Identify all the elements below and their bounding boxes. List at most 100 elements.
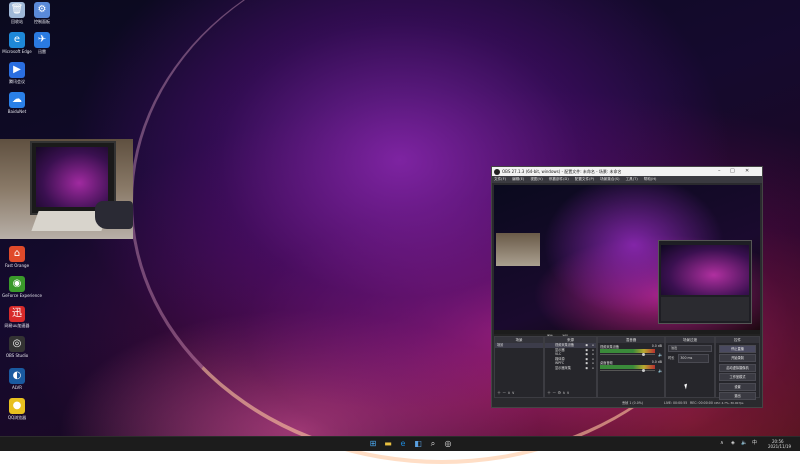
volume-fader[interactable] [600, 354, 655, 355]
network-icon[interactable]: ◈ [731, 441, 735, 446]
channel-db: 0.0 dB [651, 344, 662, 348]
menu-item[interactable]: 文件(F) [494, 177, 506, 181]
desktop-icon-label: ALVR [11, 385, 23, 390]
visibility-icon[interactable]: ◉ [585, 366, 588, 371]
file-explorer-icon[interactable]: ▬ [383, 439, 393, 449]
windows-start-icon[interactable]: ⊞ [368, 439, 378, 449]
desktop-icon[interactable]: ◐ ALVR [2, 368, 32, 390]
source-label: 视频采集设备 [555, 343, 575, 347]
cpu-usage: CPU: 4.7%, 30.00 fps [714, 401, 744, 405]
edge-icon[interactable]: e [398, 439, 408, 449]
duration-input[interactable]: 300 ms [678, 354, 710, 363]
fader-knob[interactable] [642, 369, 645, 372]
minimize-icon[interactable]: – [718, 167, 721, 176]
meeting-icon: ▶ [9, 62, 25, 78]
obs-window-title: OBS 27.1.3 (64-bit, windows) - 配置文件: 未命名… [502, 169, 622, 174]
webcam-hand [95, 201, 133, 229]
tray-overflow-icon[interactable]: ∧ [720, 441, 724, 446]
desktop-icon[interactable]: ✈ 迅雷 [27, 32, 57, 54]
source-item[interactable]: 显示器采集 ◉ ▫ [545, 366, 596, 371]
desktop-icon-label: OBS Studio [5, 353, 29, 358]
store-icon[interactable]: ◧ [413, 439, 423, 449]
sources-panel: 来源 视频采集设备 ◉ ▫ 显示器 ◉ ▫ VLC ◉ ▫ 媒体源 ◉ ▫ WPFC ◉ ▫ 显示器采集 ◉ ▫ … [544, 336, 597, 398]
volume-fader[interactable] [600, 370, 655, 371]
uu-accelerator-icon: 迅 [9, 306, 25, 322]
preview-webcam [496, 233, 540, 266]
menu-item[interactable]: 工具(T) [626, 177, 638, 181]
mixer-panel: 混音器 视频采集设备 0.0 dB 🔈 桌面音频 0.0 dB 🔈 [597, 336, 665, 398]
desktop-icon[interactable]: ⌂ Fast Orange [2, 246, 32, 268]
mixer-channel-2: 桌面音频 0.0 dB 🔈 [598, 359, 664, 375]
obs-logo-icon [494, 168, 500, 175]
desktop-icon-label: QQ浏览器 [7, 415, 27, 420]
speaker-icon[interactable]: 🔈 [658, 352, 663, 357]
desktop-icon[interactable]: ☁ BaiduNet [2, 92, 32, 114]
source-label: WPFC [555, 361, 565, 365]
nvidia-icon: ◉ [9, 276, 25, 292]
fader-knob[interactable] [642, 353, 645, 356]
control-panel-icon: ⚙ [34, 2, 50, 18]
qq-browser-icon: ● [9, 398, 25, 414]
control-button[interactable]: 开始录制 [719, 354, 756, 362]
obs-menu-bar: 文件(F) 编辑(E) 视图(V) 停靠部件(D) 配置文件(P) 场景集合(S) 工具(T… [492, 176, 762, 183]
lock-icon[interactable]: ▫ [592, 366, 594, 371]
obs-preview[interactable] [494, 185, 760, 334]
menu-item[interactable]: 停靠部件(D) [549, 177, 569, 181]
source-label: VLC [555, 352, 562, 356]
desktop-icon-label: 腾讯会议 [9, 79, 25, 84]
thunder-icon: ✈ [34, 32, 50, 48]
transitions-panel: 场景过渡 淡出 时长 300 ms [665, 336, 715, 398]
taskbar: ⊞ ▬ e ◧ ⌕ ◎ ∧ ◈ 🔈 中 20:56 2021/11/19 [0, 436, 800, 451]
control-button[interactable]: 工作室模式 [719, 373, 756, 381]
maximize-icon[interactable]: □ [730, 167, 735, 176]
mixer-channel-1: 视频采集设备 0.0 dB 🔈 [598, 343, 664, 359]
desktop-icon[interactable]: ◎ OBS Studio [2, 336, 32, 358]
source-label: 显示器采集 [555, 365, 571, 370]
transition-select[interactable]: 淡出 [668, 345, 712, 352]
desktop-icon[interactable]: ⚙ 控制面板 [27, 2, 57, 24]
transitions-header: 场景过渡 [666, 337, 714, 343]
obs-status-bar: 丢帧 1 (0.0%) LIVE: 00:00:55 REC: 00:00:00… [492, 400, 762, 407]
menu-item[interactable]: 帮助(H) [644, 177, 657, 181]
obs-title-bar[interactable]: OBS 27.1.3 (64-bit, windows) - 配置文件: 未命名… [492, 167, 762, 176]
desktop-icon-label: 网易uu加速器 [4, 323, 30, 328]
control-button[interactable]: 设置 [719, 382, 756, 391]
menu-item[interactable]: 视图(V) [530, 177, 542, 181]
desktop-icon-label: BaiduNet [7, 109, 27, 114]
desktop-icon-label: GeForce Experience [2, 293, 42, 298]
obs-icon[interactable]: ◎ [443, 439, 453, 449]
baidu-netdisk-icon: ☁ [9, 92, 25, 108]
rec-timer: REC: 00:00:00 [690, 401, 713, 405]
controls-panel: 控件 停止直播 开始录制 启动虚拟摄像机 工作室模式 设置 退出 [715, 336, 760, 400]
menu-item[interactable]: 编辑(E) [512, 177, 524, 181]
scene-item[interactable]: 场景 [495, 343, 543, 348]
input-language[interactable]: 中 [752, 441, 757, 446]
recycle-bin-icon: 🗑 [9, 2, 25, 18]
control-button[interactable]: 停止直播 [719, 344, 756, 353]
scene-controls[interactable]: ＋ － ∧ ∨ [497, 390, 515, 396]
alvr-icon: ◐ [9, 368, 25, 384]
control-button[interactable]: 退出 [719, 392, 756, 400]
webcam-preview [0, 139, 133, 239]
obs-window[interactable]: OBS 27.1.3 (64-bit, windows) - 配置文件: 未命名… [491, 166, 763, 408]
desktop-icon[interactable]: ▶ 腾讯会议 [2, 62, 32, 84]
source-controls[interactable]: ＋ － ⚙ ∧ ∨ [547, 390, 570, 396]
desktop-icon[interactable]: 迅网易uu加速器 [2, 306, 32, 328]
desktop-icon[interactable]: ◉ GeForce Experience [2, 276, 42, 298]
control-button[interactable]: 启动虚拟摄像机 [719, 363, 756, 372]
source-label: 媒体源 [555, 356, 565, 361]
duration-label: 时长 [668, 356, 675, 360]
clock-date[interactable]: 2021/11/19 [768, 444, 791, 449]
desktop-icon-label: Fast Orange [4, 263, 30, 268]
close-icon[interactable]: ✕ [745, 167, 749, 176]
volume-icon[interactable]: 🔈 [741, 441, 747, 446]
fast-orange-icon: ⌂ [9, 246, 25, 262]
menu-item[interactable]: 场景集合(S) [600, 177, 619, 181]
desktop-icon-label: 控制面板 [34, 19, 50, 24]
volume-meter [600, 367, 655, 369]
desktop-icon[interactable]: ● QQ浏览器 [2, 398, 32, 420]
controls-header: 控件 [716, 337, 759, 343]
menu-item[interactable]: 配置文件(P) [575, 177, 594, 181]
search-icon[interactable]: ⌕ [428, 439, 438, 449]
speaker-icon[interactable]: 🔈 [658, 368, 663, 373]
